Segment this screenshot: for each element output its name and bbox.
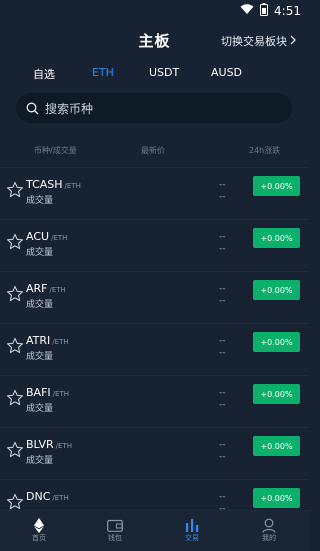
column-pair: 币种/成交量 <box>34 146 77 155</box>
quote-currency: /ETH <box>49 286 66 294</box>
eth-home-icon <box>19 517 59 533</box>
pair-label: DNC/ETH <box>26 490 69 503</box>
change-badge: +0.00% <box>253 280 300 300</box>
status-time: 4:51 <box>274 4 301 18</box>
volume-label: 成交量 <box>26 352 54 362</box>
symbol: DNC <box>26 490 51 503</box>
battery-icon <box>260 3 269 19</box>
chevron-right-icon <box>289 35 297 48</box>
nav-profile-label: 我的 <box>262 534 276 542</box>
star-icon[interactable] <box>6 285 24 307</box>
market-row[interactable]: BLVR/ETH 成交量 -- -- +0.00% <box>0 427 309 477</box>
pair-label: ARF/ETH <box>26 282 66 295</box>
star-icon[interactable] <box>6 337 24 359</box>
symbol: BLVR <box>26 438 54 451</box>
volume-label: 成交量 <box>26 404 54 414</box>
pair-label: ACU/ETH <box>26 230 67 243</box>
row-divider <box>0 375 309 376</box>
user-icon <box>249 517 289 533</box>
change-badge: +0.00% <box>253 176 300 196</box>
switch-board-label: 切换交易板块 <box>221 35 287 48</box>
pair-label: TCASH/ETH <box>26 178 81 191</box>
star-icon[interactable] <box>6 389 24 411</box>
symbol: BAFI <box>26 386 51 399</box>
change-badge: +0.00% <box>253 488 300 508</box>
row-divider <box>0 167 309 168</box>
quote-currency: /ETH <box>55 442 72 450</box>
nav-home-label: 首页 <box>32 534 46 542</box>
pair-label: ATRI/ETH <box>26 334 69 347</box>
change-badge: +0.00% <box>253 228 300 248</box>
switch-board-button[interactable]: 切换交易板块 <box>221 33 297 49</box>
pair-label: BAFI/ETH <box>26 386 69 399</box>
row-divider <box>0 219 309 220</box>
status-bar-right: 4:51 <box>240 3 301 19</box>
nav-trade[interactable]: 交易 <box>172 517 212 543</box>
price-value: -- -- <box>219 232 226 254</box>
bottom-nav: 首页 钱包 交易 我的 <box>0 510 309 551</box>
column-price: 最新价 <box>141 146 165 155</box>
wallet-icon <box>95 517 135 533</box>
market-tabs: 自选 ETH USDT AUSD <box>0 66 309 86</box>
nav-home[interactable]: 首页 <box>19 517 59 543</box>
search-icon <box>26 102 39 115</box>
quote-currency: /ETH <box>51 234 68 242</box>
price-value: -- -- <box>219 180 226 202</box>
pair-label: BLVR/ETH <box>26 438 72 451</box>
row-divider <box>0 427 309 428</box>
row-divider <box>0 479 309 480</box>
star-icon[interactable] <box>6 181 24 203</box>
tab-usdt[interactable]: USDT <box>149 66 179 79</box>
symbol: ATRI <box>26 334 51 347</box>
market-row[interactable]: ATRI/ETH 成交量 -- -- +0.00% <box>0 323 309 373</box>
tab-favorites[interactable]: 自选 <box>33 66 55 82</box>
search-placeholder: 搜索币种 <box>45 101 94 116</box>
bar-chart-icon <box>172 517 212 533</box>
nav-trade-label: 交易 <box>185 534 199 542</box>
search-input[interactable]: 搜索币种 <box>16 93 292 123</box>
quote-currency: /ETH <box>52 338 69 346</box>
tab-eth[interactable]: ETH <box>92 66 114 79</box>
symbol: TCASH <box>26 178 63 191</box>
market-row[interactable]: ACU/ETH 成交量 -- -- +0.00% <box>0 219 309 269</box>
row-divider <box>0 323 309 324</box>
star-icon[interactable] <box>6 441 24 463</box>
volume-label: 成交量 <box>26 456 54 466</box>
status-bar: 4:51 <box>0 0 309 22</box>
nav-wallet-label: 钱包 <box>108 534 122 542</box>
quote-currency: /ETH <box>64 182 81 190</box>
change-badge: +0.00% <box>253 436 300 456</box>
wifi-icon <box>240 4 254 18</box>
volume-label: 成交量 <box>26 248 54 258</box>
volume-label: 成交量 <box>26 300 54 310</box>
tab-ausd[interactable]: AUSD <box>211 66 242 79</box>
market-row[interactable]: BAFI/ETH 成交量 -- -- +0.00% <box>0 375 309 425</box>
nav-profile[interactable]: 我的 <box>249 517 289 543</box>
nav-wallet[interactable]: 钱包 <box>95 517 135 543</box>
price-value: -- -- <box>219 284 226 306</box>
change-badge: +0.00% <box>253 384 300 404</box>
column-change: 24h涨跌 <box>249 146 281 155</box>
price-value: -- -- <box>219 440 226 462</box>
quote-currency: /ETH <box>52 390 69 398</box>
symbol: ARF <box>26 282 48 295</box>
market-row[interactable]: ARF/ETH 成交量 -- -- +0.00% <box>0 271 309 321</box>
quote-currency: /ETH <box>52 494 69 502</box>
symbol: ACU <box>26 230 50 243</box>
volume-label: 成交量 <box>26 196 54 206</box>
star-icon[interactable] <box>6 233 24 255</box>
column-headers: 币种/成交量 最新价 24h涨跌 <box>0 145 309 159</box>
price-value: -- -- <box>219 336 226 358</box>
change-badge: +0.00% <box>253 332 300 352</box>
price-value: -- -- <box>219 388 226 410</box>
row-divider <box>0 271 309 272</box>
header: 主板 切换交易板块 <box>0 26 309 54</box>
market-row[interactable]: TCASH/ETH 成交量 -- -- +0.00% <box>0 167 309 217</box>
